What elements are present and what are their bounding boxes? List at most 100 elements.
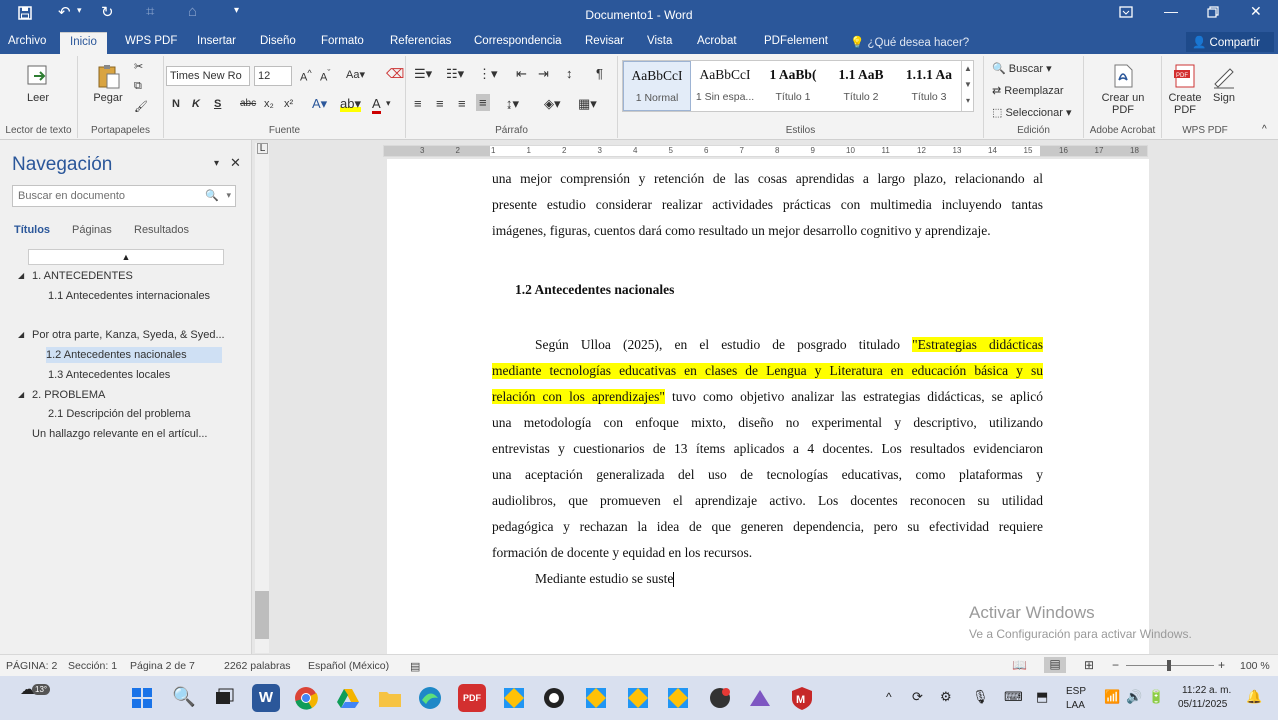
- print-layout-icon[interactable]: ▤: [1044, 657, 1066, 673]
- nav-search-input[interactable]: Buscar en documento 🔍 ▾: [12, 185, 236, 207]
- app-icon-2[interactable]: [582, 684, 610, 712]
- github-icon[interactable]: [540, 684, 568, 712]
- battery-icon[interactable]: 🔋: [1148, 689, 1164, 705]
- style-normal[interactable]: AaBbCcI 1 Normal: [623, 61, 691, 111]
- nav-heading-problema[interactable]: 2. PROBLEMA: [32, 389, 105, 401]
- strikethrough-button[interactable]: abc: [240, 98, 256, 109]
- read-mode-icon[interactable]: 📖: [1012, 658, 1027, 672]
- start-icon[interactable]: [128, 684, 156, 712]
- notifications-icon[interactable]: 🔔: [1246, 689, 1262, 705]
- italic-button[interactable]: K: [192, 98, 200, 110]
- drive-icon[interactable]: [334, 684, 362, 712]
- decrease-indent-icon[interactable]: ⇤: [516, 66, 527, 82]
- shading-icon[interactable]: ◈▾: [544, 96, 561, 112]
- tab-selector-icon[interactable]: L: [257, 143, 268, 154]
- tab-referencias[interactable]: Referencias: [390, 35, 451, 47]
- bullets-icon[interactable]: ☰▾: [414, 66, 432, 82]
- collapse-all-bar[interactable]: ▲: [28, 249, 224, 265]
- chrome-icon[interactable]: [292, 684, 320, 712]
- create-pdf-wps-button[interactable]: PDF Create PDF: [1164, 62, 1206, 116]
- search-taskbar-icon[interactable]: 🔍: [170, 684, 198, 712]
- underline-button[interactable]: S: [214, 98, 221, 110]
- app-icon-6[interactable]: [746, 684, 774, 712]
- text-effects-icon[interactable]: A▾: [312, 96, 327, 112]
- style-sin-espaciado[interactable]: AaBbCcI 1 Sin espa...: [691, 61, 759, 111]
- tab-diseno[interactable]: Diseño: [260, 35, 296, 47]
- clock-time[interactable]: 11:22 a. m.: [1182, 685, 1231, 696]
- app-icon-3[interactable]: [624, 684, 652, 712]
- select-button[interactable]: ⬚ Seleccionar ▾: [992, 106, 1072, 119]
- show-marks-icon[interactable]: ¶: [596, 66, 603, 81]
- change-case-icon[interactable]: Aa▾: [346, 68, 365, 81]
- app-icon-4[interactable]: [664, 684, 692, 712]
- nav-heading-nacionales[interactable]: 1.2 Antecedentes nacionales: [46, 347, 222, 363]
- status-page[interactable]: PÁGINA: 2: [6, 660, 57, 672]
- shrink-font-icon[interactable]: Aˇ: [320, 68, 330, 84]
- web-layout-icon[interactable]: ⊞: [1084, 658, 1094, 672]
- volume-icon[interactable]: 🔊: [1126, 689, 1142, 705]
- tab-formato[interactable]: Formato: [321, 35, 364, 47]
- multilevel-icon[interactable]: ⋮▾: [478, 66, 498, 82]
- status-section[interactable]: Sección: 1: [68, 660, 117, 672]
- status-page-count[interactable]: Página 2 de 7: [130, 660, 195, 672]
- tab-acrobat[interactable]: Acrobat: [697, 35, 737, 47]
- nav-heading-hallazgo[interactable]: Un hallazgo relevante en el artícul...: [32, 428, 208, 440]
- clock-date[interactable]: 05/11/2025: [1178, 699, 1227, 710]
- word-app-icon[interactable]: W: [252, 684, 280, 712]
- pdf-app-icon[interactable]: PDF: [458, 684, 486, 712]
- tray-overflow-icon[interactable]: ^: [886, 690, 892, 704]
- style-titulo-3[interactable]: 1.1.1 Aa Título 3: [895, 61, 963, 111]
- line-spacing-icon[interactable]: ↨▾: [506, 96, 519, 112]
- search-icon[interactable]: 🔍: [205, 189, 219, 202]
- superscript-button[interactable]: x²: [284, 98, 293, 110]
- replace-button[interactable]: ⇄ Reemplazar: [992, 84, 1064, 97]
- expand-icon[interactable]: ◢: [18, 271, 24, 280]
- sort-icon[interactable]: ↕: [566, 66, 573, 81]
- align-center-icon[interactable]: ≡: [436, 96, 444, 111]
- search-dropdown-icon[interactable]: ▾: [226, 190, 231, 201]
- expand-icon[interactable]: ◢: [18, 390, 24, 399]
- edge-icon[interactable]: [416, 684, 444, 712]
- nav-options-icon[interactable]: ▾: [214, 158, 219, 169]
- file-explorer-icon[interactable]: [376, 684, 404, 712]
- keyboard-icon[interactable]: ⌨: [1004, 689, 1023, 705]
- tell-me-search[interactable]: 💡 ¿Qué desea hacer?: [850, 35, 969, 49]
- paste-button[interactable]: Pegar: [86, 62, 130, 104]
- find-button[interactable]: 🔍 Buscar ▾: [992, 62, 1052, 75]
- share-button[interactable]: 👤 Compartir: [1186, 32, 1274, 52]
- clear-format-icon[interactable]: ⌫: [386, 66, 404, 82]
- zoom-slider-thumb[interactable]: [1167, 660, 1171, 671]
- tab-inicio[interactable]: Inicio: [60, 32, 107, 54]
- minimize-icon[interactable]: —: [1164, 3, 1178, 19]
- styles-scroll[interactable]: ▲ ▼ ▾: [961, 61, 974, 111]
- format-painter-icon[interactable]: 🖌: [134, 100, 148, 113]
- cut-icon[interactable]: ✂: [134, 60, 143, 73]
- nav-tab-resultados[interactable]: Resultados: [134, 224, 189, 236]
- font-name-combo[interactable]: Times New Ro: [166, 66, 250, 86]
- copy-icon[interactable]: ⧉: [134, 80, 142, 93]
- tray-icon-3[interactable]: ⬒: [1036, 689, 1048, 705]
- subscript-button[interactable]: x₂: [264, 98, 274, 110]
- tab-vista[interactable]: Vista: [647, 35, 672, 47]
- numbering-icon[interactable]: ☷▾: [446, 66, 464, 82]
- tab-insertar[interactable]: Insertar: [197, 35, 236, 47]
- app-icon-5[interactable]: [706, 684, 734, 712]
- tab-correspondencia[interactable]: Correspondencia: [474, 35, 562, 47]
- align-right-icon[interactable]: ≡: [458, 96, 466, 111]
- wifi-icon[interactable]: 📶: [1104, 689, 1120, 705]
- tray-icon-2[interactable]: ⚙: [940, 689, 952, 705]
- input-language-secondary[interactable]: LAA: [1066, 700, 1085, 711]
- read-aloud-button[interactable]: Leer: [14, 62, 62, 104]
- nav-heading-por-otra-parte[interactable]: Por otra parte, Kanza, Syeda, & Syed...: [32, 329, 225, 341]
- tab-revisar[interactable]: Revisar: [585, 35, 624, 47]
- ribbon-display-icon[interactable]: [1119, 5, 1133, 21]
- font-color-icon[interactable]: A: [372, 96, 381, 114]
- tab-wps-pdf[interactable]: WPS PDF: [125, 35, 177, 47]
- app-icon-1[interactable]: [500, 684, 528, 712]
- expand-icon[interactable]: ◢: [18, 330, 24, 339]
- style-titulo-1[interactable]: 1 AaBb(Título 1: [759, 61, 827, 111]
- tray-icon-1[interactable]: ⟳: [912, 689, 923, 705]
- grow-font-icon[interactable]: A^: [300, 68, 312, 84]
- create-pdf-button[interactable]: Crear un PDF: [1094, 62, 1152, 116]
- document-page[interactable]: una mejor comprensión y retención de las…: [387, 159, 1149, 659]
